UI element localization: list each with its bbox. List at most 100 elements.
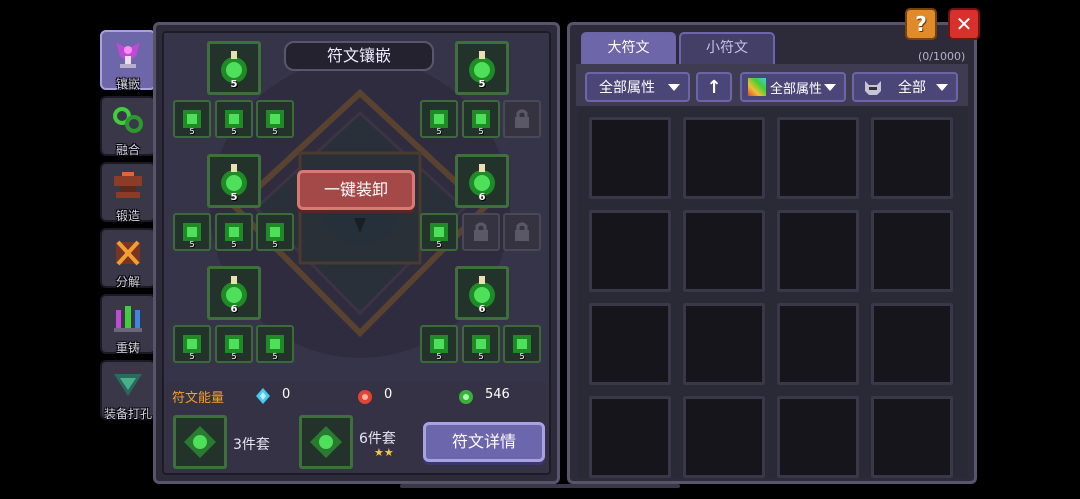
major-rune-slot-2[interactable]: 5 xyxy=(455,41,509,95)
tab-minor-runes[interactable]: 小符文 xyxy=(679,32,775,64)
side-tab-recast[interactable]: 重铸 xyxy=(100,294,156,355)
unequip-all-button[interactable]: 一键装卸 xyxy=(297,170,415,210)
side-tab-fusion[interactable]: 融合 xyxy=(100,96,156,157)
blue-gem-count: 0 xyxy=(282,387,291,402)
green-gem-count: 546 xyxy=(485,387,510,402)
inventory-count: (0/1000) xyxy=(918,50,966,63)
rune-level: 5 xyxy=(231,127,237,136)
rune-level: 5 xyxy=(231,240,237,249)
minor-rune-slot[interactable]: 5 xyxy=(173,325,211,363)
rune-level: 5 xyxy=(436,240,442,249)
inventory-slot[interactable] xyxy=(871,396,953,478)
locked-rune-slot[interactable] xyxy=(503,213,541,251)
inventory-slot[interactable] xyxy=(683,303,765,385)
side-tab-decompose[interactable]: 分解 xyxy=(100,228,156,289)
major-rune-slot-1[interactable]: 5 xyxy=(207,41,261,95)
close-button[interactable]: ✕ xyxy=(948,8,980,40)
side-tab-label: 融合 xyxy=(115,143,140,157)
fusion-rings-icon xyxy=(109,102,147,138)
minor-rune-slot[interactable]: 5 xyxy=(420,325,458,363)
rune-level: 5 xyxy=(272,240,278,249)
minor-rune-slot[interactable]: 5 xyxy=(173,213,211,251)
inventory-slot[interactable] xyxy=(683,117,765,199)
attribute-filter-dropdown[interactable]: 全部属性 xyxy=(585,72,690,102)
major-rune-slot-6[interactable]: 6 xyxy=(455,266,509,320)
sort-order-button[interactable]: ↑ xyxy=(696,72,732,102)
inventory-slot[interactable] xyxy=(777,303,859,385)
inventory-slot[interactable] xyxy=(589,396,671,478)
set-rune-icon xyxy=(310,426,342,458)
inventory-slot[interactable] xyxy=(871,210,953,292)
rune-level: 5 xyxy=(478,79,486,90)
inventory-slot[interactable] xyxy=(683,396,765,478)
inventory-grid xyxy=(578,108,968,478)
side-tab-label: 装备打孔 xyxy=(103,407,152,421)
color-filter-label: 全部属性 xyxy=(770,81,823,97)
locked-rune-slot[interactable] xyxy=(503,100,541,138)
minor-rune-slot[interactable]: 5 xyxy=(215,213,253,251)
inventory-slot[interactable] xyxy=(777,396,859,478)
locked-rune-slot[interactable] xyxy=(462,213,500,251)
inventory-slot[interactable] xyxy=(589,210,671,292)
inventory-slot[interactable] xyxy=(683,210,765,292)
minor-rune-slot[interactable]: 5 xyxy=(215,325,253,363)
inventory-slot[interactable] xyxy=(589,117,671,199)
bottom-scroll-indicator xyxy=(400,484,680,488)
minor-rune-slot[interactable]: 5 xyxy=(173,100,211,138)
attribute-filter-label: 全部属性 xyxy=(599,80,655,96)
rune-energy-row: 符文能量 0 0 546 xyxy=(162,384,552,408)
recast-crystal-icon xyxy=(109,300,147,336)
green-gem-icon xyxy=(459,390,473,404)
minor-rune-slot[interactable]: 5 xyxy=(420,100,458,138)
minor-rune-slot[interactable]: 5 xyxy=(503,325,541,363)
rune-level: 5 xyxy=(272,127,278,136)
rune-level: 6 xyxy=(478,304,486,315)
side-tab-inlay[interactable]: 镶嵌 xyxy=(100,30,156,91)
red-gem-count: 0 xyxy=(384,387,393,402)
rainbow-color-icon xyxy=(748,78,766,96)
side-tab-forge[interactable]: 锻造 xyxy=(100,162,156,223)
rune-level: 5 xyxy=(230,79,238,90)
rune-level: 5 xyxy=(478,352,484,361)
side-tab-label: 镶嵌 xyxy=(115,77,140,91)
help-button[interactable]: ? xyxy=(905,8,937,40)
rune-level: 5 xyxy=(519,352,525,361)
inventory-slot[interactable] xyxy=(777,117,859,199)
type-filter-dropdown[interactable]: 全部 xyxy=(852,72,958,102)
minor-rune-slot[interactable]: 5 xyxy=(462,325,500,363)
set-3-piece-label: 3件套 xyxy=(233,437,270,453)
tab-major-runes[interactable]: 大符文 xyxy=(581,32,676,64)
chevron-down-icon xyxy=(936,84,948,91)
minor-rune-slot[interactable]: 5 xyxy=(215,100,253,138)
color-filter-dropdown[interactable]: 全部属性 xyxy=(740,72,846,102)
lock-icon xyxy=(515,222,529,241)
side-tab-label: 锻造 xyxy=(115,209,140,223)
minor-rune-slot[interactable]: 5 xyxy=(420,213,458,251)
rune-energy-label: 符文能量 xyxy=(172,391,225,406)
side-tab-socket[interactable]: 装备打孔 xyxy=(100,360,156,421)
rune-details-button[interactable]: 符文详情 xyxy=(423,422,545,462)
rune-level: 5 xyxy=(189,352,195,361)
set-6-piece-slot[interactable] xyxy=(299,415,353,469)
set-3-piece-slot[interactable] xyxy=(173,415,227,469)
type-filter-label: 全部 xyxy=(898,80,926,96)
minor-rune-slot[interactable]: 5 xyxy=(462,100,500,138)
minor-rune-slot[interactable]: 5 xyxy=(256,100,294,138)
rune-level: 5 xyxy=(189,240,195,249)
lock-icon xyxy=(474,222,488,241)
major-rune-slot-3[interactable]: 5 xyxy=(207,154,261,208)
minor-rune-slot[interactable]: 5 xyxy=(256,213,294,251)
inventory-slot[interactable] xyxy=(589,303,671,385)
minor-rune-slot[interactable]: 5 xyxy=(256,325,294,363)
inventory-slot[interactable] xyxy=(871,117,953,199)
altar-frame xyxy=(162,31,551,475)
side-tab-label: 分解 xyxy=(115,275,140,289)
rune-level: 6 xyxy=(478,192,486,203)
rune-level: 5 xyxy=(436,352,442,361)
socket-drill-icon xyxy=(109,366,147,402)
major-rune-slot-4[interactable]: 6 xyxy=(455,154,509,208)
red-gem-icon xyxy=(358,390,372,404)
inventory-slot[interactable] xyxy=(777,210,859,292)
major-rune-slot-5[interactable]: 6 xyxy=(207,266,261,320)
inventory-slot[interactable] xyxy=(871,303,953,385)
